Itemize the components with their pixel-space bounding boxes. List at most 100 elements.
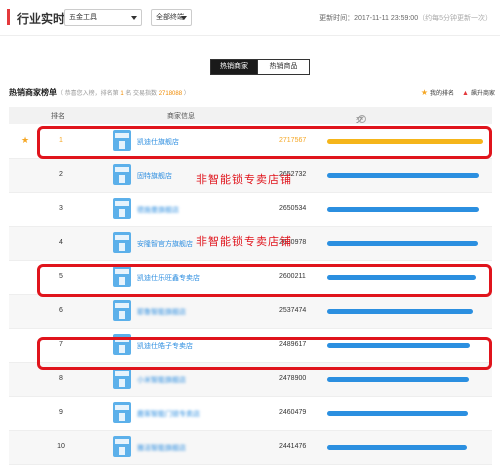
table-row[interactable]: 9 鹿客智能门锁专卖店 2460479 (9, 397, 492, 431)
trade-index-bar-track (327, 309, 483, 314)
trade-index-bar (327, 275, 477, 280)
trade-index-bar-track (327, 343, 483, 348)
trade-index-bar (327, 207, 479, 212)
trade-index-bar (327, 139, 483, 144)
shop-icon (113, 164, 131, 185)
my-rank-value: 1 (120, 91, 124, 97)
update-hint: （约每5分钟更新一次） (418, 15, 492, 22)
rank-number: 10 (57, 443, 65, 450)
chevron-down-icon (181, 16, 187, 20)
trade-index-value: 2441476 (279, 443, 307, 450)
rank-number: 6 (59, 307, 63, 314)
subtitle-suffix: ） (183, 91, 190, 97)
trade-index-bar (327, 411, 469, 416)
shop-name-link[interactable]: 雅洁智能旗舰店 (137, 443, 186, 453)
update-time: 更新时间：2017-11-11 23:59:00（约每5分钟更新一次） (319, 13, 492, 23)
trade-index-bar-track (327, 207, 483, 212)
table-row[interactable]: 7 凯迪仕皓子专卖店 2489617 (9, 329, 492, 363)
trade-index-bar (327, 309, 473, 314)
trade-index-bar (327, 241, 478, 246)
rank-number: 4 (59, 239, 63, 246)
shop-icon (113, 266, 131, 287)
shop-name-link[interactable]: 安隆智官方旗舰店 (137, 239, 193, 249)
legend-rising: ▲ 飙升商家 (462, 88, 495, 97)
rank-number: 8 (59, 375, 63, 382)
trade-index-value: 2478900 (279, 375, 307, 382)
legend-mine: ★ 我的排名 (421, 88, 454, 97)
table-row[interactable]: 3 德施曼旗舰店 2650534 (9, 193, 492, 227)
top-bar: 行业实时 五金工具 全部终端 更新时间：2017-11-11 23:59:00（… (0, 0, 500, 36)
rank-number: 7 (59, 341, 63, 348)
update-time-label: 更新时间：2017-11-11 23:59:00 (319, 15, 419, 22)
trade-index-bar-track (327, 241, 483, 246)
subtitle-prefix: （ 恭喜您入榜，排名第 (57, 91, 119, 97)
page-title: 行业实时 (17, 12, 66, 26)
trade-index-bar (327, 343, 470, 348)
watermark-text: 非智能锁专卖店铺 (196, 174, 292, 186)
trade-index-bar-track (327, 173, 483, 178)
shop-name-link[interactable]: 凯迪仕旗舰店 (137, 137, 179, 147)
trade-index-bar (327, 445, 468, 450)
trade-index-bar-track (327, 411, 483, 416)
shop-name-link[interactable]: 凯迪仕皓子专卖店 (137, 341, 193, 351)
question-icon[interactable]: ? (358, 115, 366, 123)
table-row[interactable]: 10 雅洁智能旗舰店 2441476 (9, 431, 492, 465)
trade-index-bar (327, 377, 470, 382)
terminal-select[interactable]: 全部终端 (151, 9, 192, 26)
table-row[interactable]: 8 小米智能旗舰店 2478900 (9, 363, 492, 397)
subtitle-mid: 名 交易指数 (125, 91, 158, 97)
shop-name-link[interactable]: 耶鲁智能旗舰店 (137, 307, 186, 317)
rank-number: 1 (59, 137, 63, 144)
rank-number: 2 (59, 171, 63, 178)
section-title: 热销商家榜单 (9, 88, 57, 97)
category-select-value: 五金工具 (69, 14, 97, 21)
shop-name-link[interactable]: 固特旗舰店 (137, 171, 172, 181)
rank-number: 9 (59, 409, 63, 416)
my-index-value: 2718088 (158, 91, 183, 97)
trade-index-bar-track (327, 275, 483, 280)
shop-icon (113, 334, 131, 355)
shop-icon (113, 436, 131, 457)
tab-hot-products[interactable]: 热销商品 (258, 59, 310, 75)
title-accent-mark (7, 9, 10, 25)
table-row[interactable]: 5 凯迪仕乐旺鑫专卖店 2600211 (9, 261, 492, 295)
legend-rising-label: 飙升商家 (470, 91, 495, 97)
flame-icon: ▲ (462, 90, 469, 97)
shop-icon (113, 232, 131, 253)
trade-index-value: 2717567 (279, 137, 307, 144)
trade-index-value: 2650534 (279, 205, 307, 212)
ranking-tabs: 热销商家 热销商品 (210, 59, 310, 75)
shop-icon (113, 130, 131, 151)
chevron-down-icon (131, 16, 137, 20)
legend-mine-label: 我的排名 (430, 91, 455, 97)
tab-hot-shops[interactable]: 热销商家 (210, 59, 258, 75)
trade-index-bar-track (327, 445, 483, 450)
trade-index-value: 2600211 (279, 273, 306, 280)
trade-index-value: 2489617 (279, 341, 307, 348)
rank-number: 3 (59, 205, 63, 212)
watermark-text: 非智能锁专卖店铺 (196, 236, 292, 248)
trade-index-value: 2460479 (279, 409, 307, 416)
shop-name-link[interactable]: 小米智能旗舰店 (137, 375, 186, 385)
header-shop: 商家信息 (167, 113, 195, 120)
table-row[interactable]: 6 耶鲁智能旗舰店 2537474 (9, 295, 492, 329)
shop-icon (113, 300, 131, 321)
trade-index-bar (327, 173, 480, 178)
shop-name-link[interactable]: 鹿客智能门锁专卖店 (137, 409, 200, 419)
rank-number: 5 (59, 273, 63, 280)
trade-index-bar-track (327, 377, 483, 382)
section-subtitle: （ 恭喜您入榜，排名第 1 名 交易指数 2718088 ） (57, 88, 190, 97)
shop-name-link[interactable]: 德施曼旗舰店 (137, 205, 179, 215)
table-row[interactable]: ★ 1 凯迪仕旗舰店 2717567 (9, 125, 492, 159)
shop-icon (113, 368, 131, 389)
star-icon: ★ (21, 135, 30, 145)
shop-icon (113, 402, 131, 423)
shop-icon (113, 198, 131, 219)
legend: ★ 我的排名 ▲ 飙升商家 (421, 88, 495, 97)
category-select[interactable]: 五金工具 (64, 9, 142, 26)
header-rank: 排名 (51, 113, 65, 120)
trade-index-bar-track (327, 139, 483, 144)
table-header: 排名 商家信息 交易指数? (9, 107, 492, 154)
trade-index-value: 2537474 (279, 307, 307, 314)
shop-name-link[interactable]: 凯迪仕乐旺鑫专卖店 (137, 273, 200, 283)
